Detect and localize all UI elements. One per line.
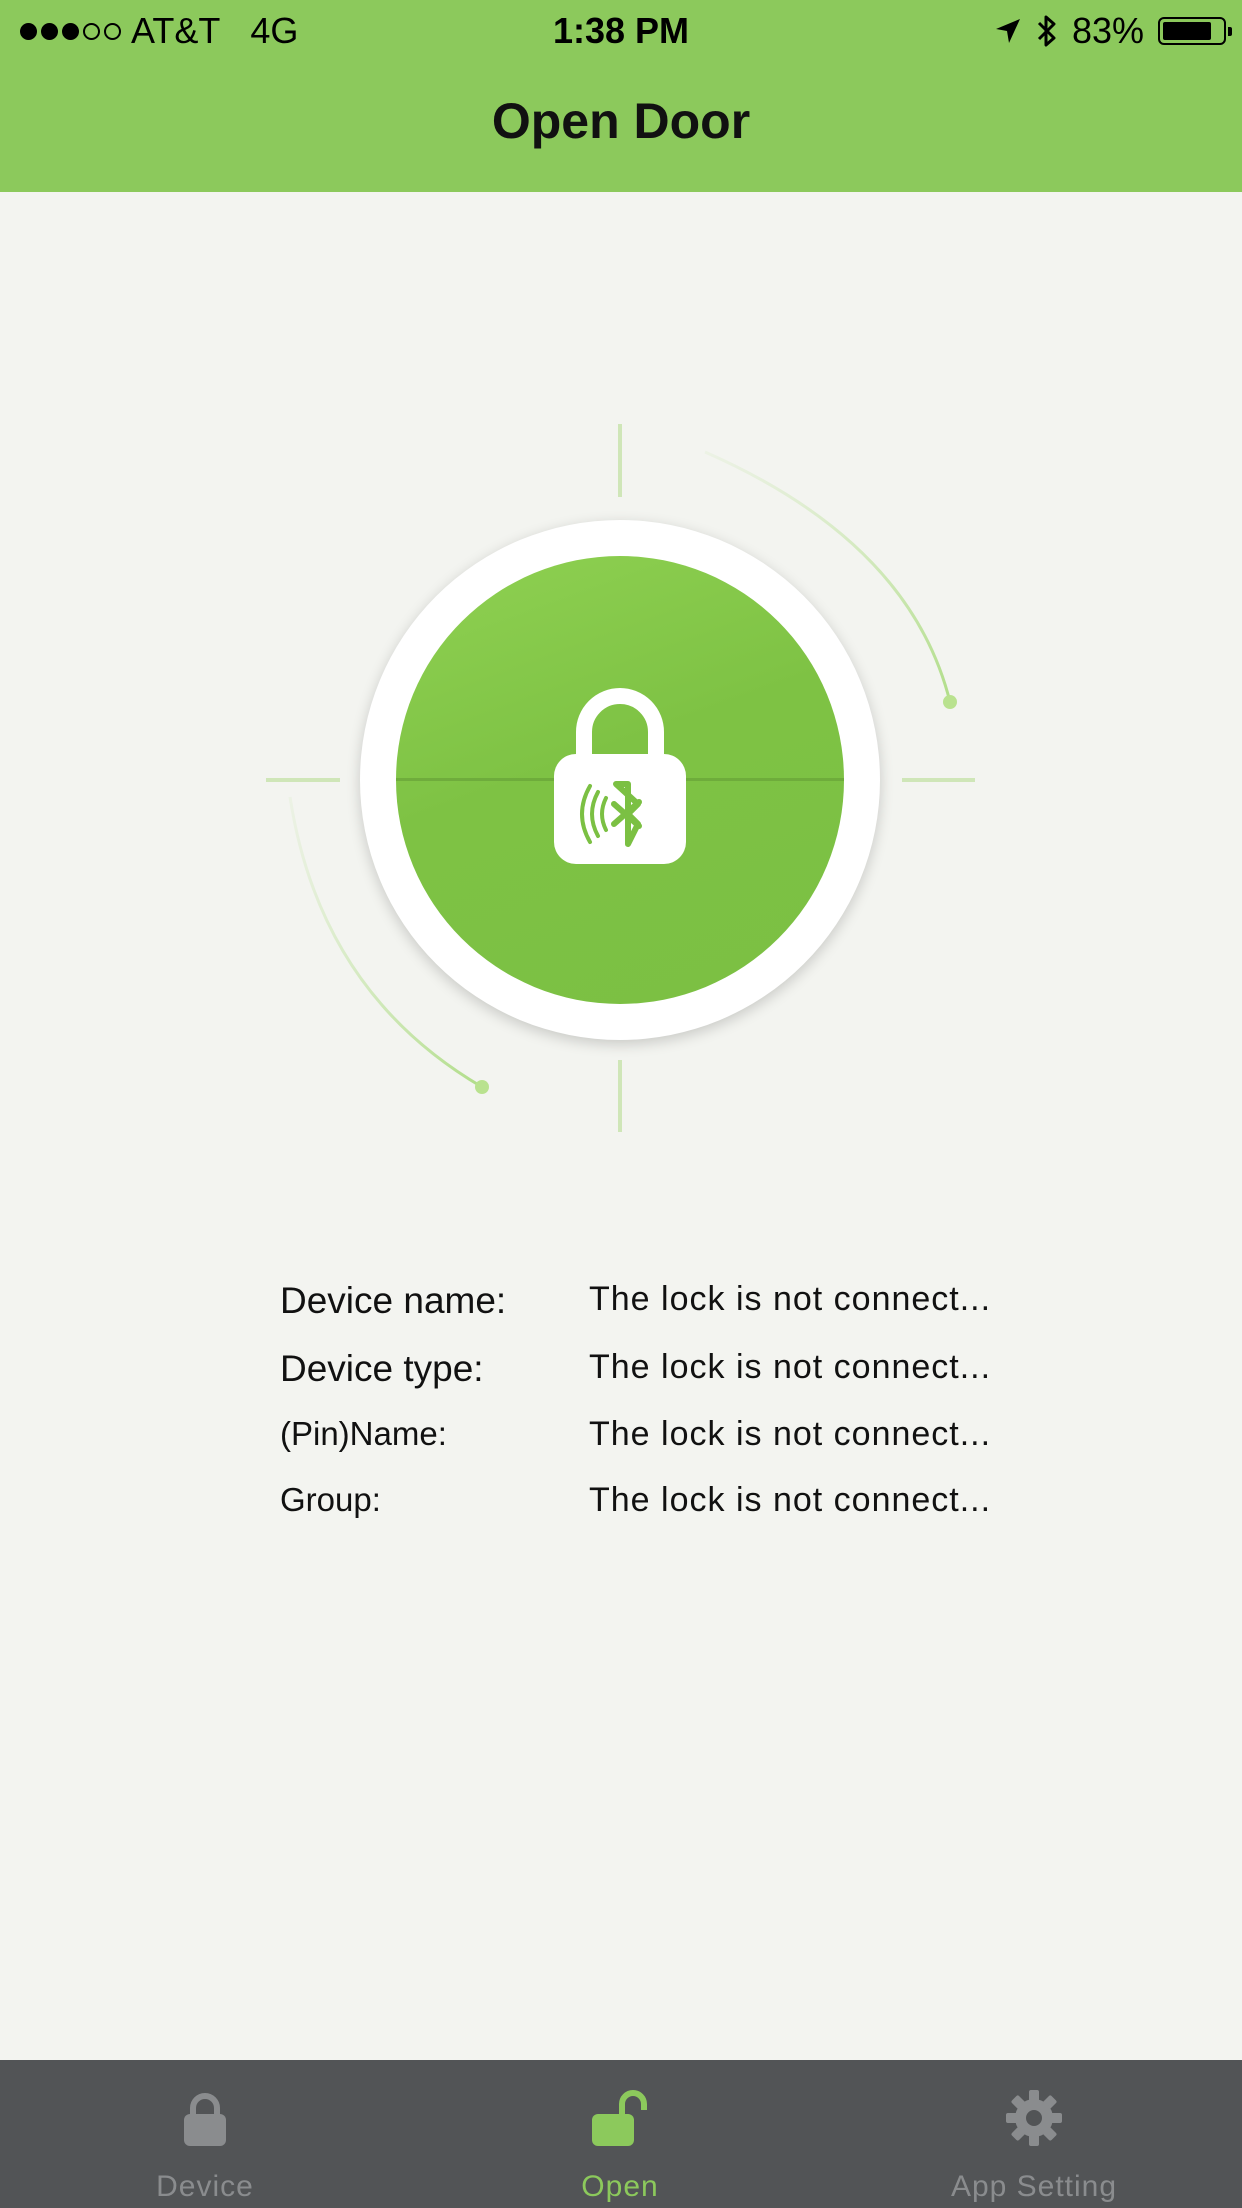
tab-open-label: Open [581,2170,659,2203]
group-label: Group: [280,1481,381,1518]
battery-icon [1158,17,1232,45]
bluetooth-icon [1037,15,1056,47]
device-type-label: Device type: [280,1348,484,1389]
tab-device-label: Device [156,2170,254,2203]
tab-device[interactable]: Device [55,2060,355,2208]
tab-open[interactable]: Open [470,2060,770,2208]
device-type-value: The lock is not connect... [589,1348,992,1386]
orbit-dot-bottom-left [475,1080,489,1094]
gear-icon [1006,2090,1062,2146]
header-bar: AT&T 4G 1:38 PM 83% Open Door [0,0,1242,192]
info-row-device-type: Device type: The lock is not connect... [280,1348,1000,1415]
lock-area [0,192,1242,1192]
device-name-label: Device name: [280,1280,507,1321]
location-arrow-icon [995,19,1020,43]
pin-name-label: (Pin)Name: [280,1415,447,1452]
open-door-button[interactable] [396,556,844,1004]
info-row-group: Group: The lock is not connect... [280,1481,1000,1547]
page-title: Open Door [491,93,751,149]
status-bar: AT&T 4G 1:38 PM 83% [0,0,1242,62]
tab-app-setting-label: App Setting [950,2170,1118,2203]
battery-level [1163,22,1211,40]
orbit-dot-top-right [943,695,957,709]
tab-app-setting[interactable]: App Setting [884,2060,1184,2208]
battery-percent: 83% [1071,10,1144,51]
lock-icon [184,2093,226,2146]
info-row-pin-name: (Pin)Name: The lock is not connect... [280,1415,1000,1481]
device-info: Device name: The lock is not connect... … [280,1280,1000,1547]
pin-name-value: The lock is not connect... [589,1415,992,1453]
device-name-value: The lock is not connect... [589,1280,992,1318]
padlock-bluetooth-icon [554,688,686,864]
tab-bar: Device Open App Setting [0,2060,1242,2208]
info-row-device-name: Device name: The lock is not connect... [280,1280,1000,1348]
battery-tip [1228,27,1232,36]
unlock-icon [592,2090,647,2146]
status-right: 83% [994,10,1232,52]
group-value: The lock is not connect... [589,1481,992,1519]
